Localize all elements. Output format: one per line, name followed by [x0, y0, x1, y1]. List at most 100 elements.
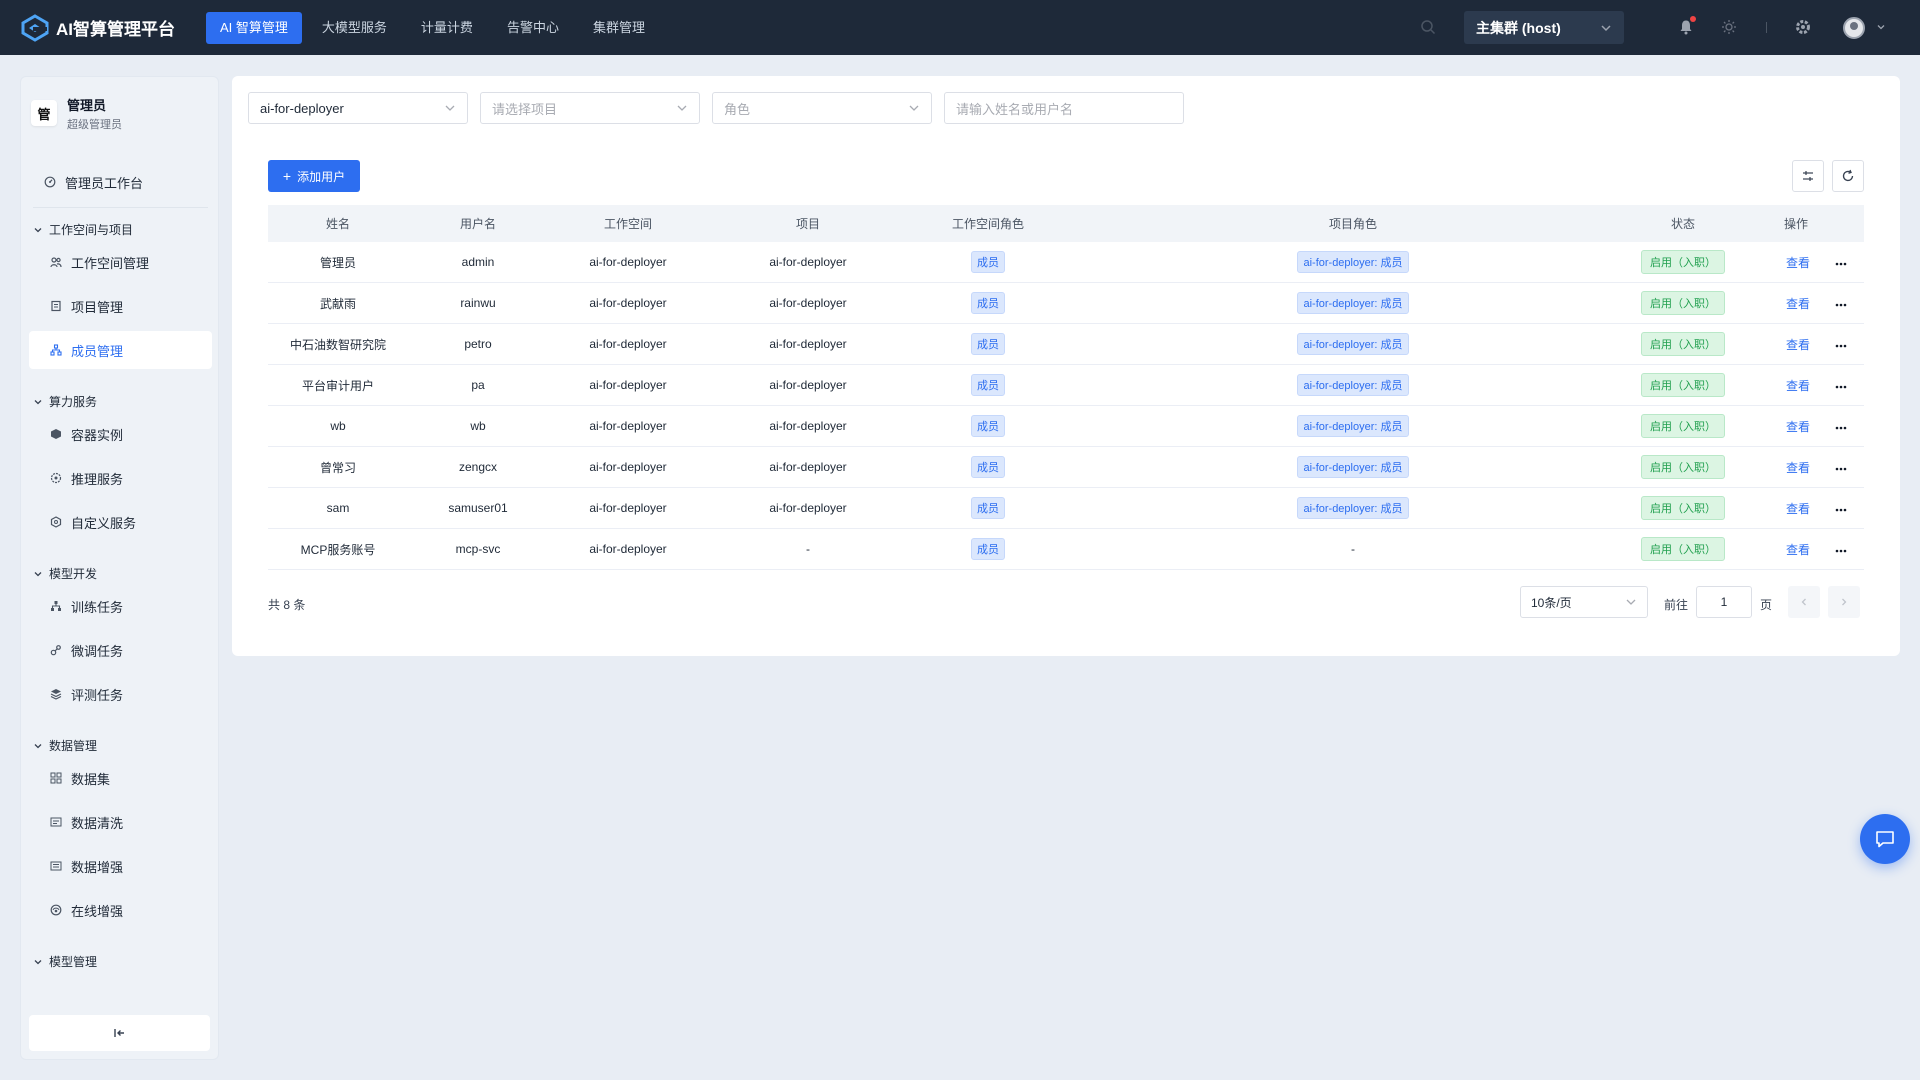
- column-settings-button[interactable]: [1792, 160, 1824, 192]
- bell-icon[interactable]: [1676, 16, 1696, 37]
- sidebar-group[interactable]: 模型开发: [33, 565, 97, 581]
- more-actions-icon[interactable]: [1835, 378, 1847, 392]
- layers-icon: [49, 687, 63, 701]
- sidebar-item[interactable]: 容器实例: [29, 415, 212, 453]
- project-role-tag: ai-for-deployer: 成员: [1297, 374, 1409, 396]
- sidebar-group[interactable]: 数据管理: [33, 737, 97, 753]
- search-icon[interactable]: [1420, 19, 1438, 37]
- cell-status: 启用（入职）: [1638, 414, 1728, 438]
- sidebar-group[interactable]: 算力服务: [33, 393, 97, 409]
- more-actions-icon[interactable]: [1835, 337, 1847, 351]
- more-actions-icon[interactable]: [1835, 419, 1847, 433]
- collapse-sidebar-button[interactable]: [29, 1015, 210, 1051]
- topnav-item[interactable]: 计量计费: [407, 12, 487, 44]
- sidebar-item[interactable]: 自定义服务: [29, 503, 212, 541]
- sidebar-item[interactable]: 微调任务: [29, 631, 212, 669]
- project-select[interactable]: 请选择项目: [480, 92, 700, 124]
- topnav-item[interactable]: AI 智算管理: [206, 11, 302, 44]
- sidebar-item[interactable]: 数据清洗: [29, 803, 212, 841]
- view-link[interactable]: 查看: [1786, 461, 1810, 475]
- add-user-button[interactable]: + 添加用户: [268, 160, 360, 192]
- cluster-select[interactable]: 主集群 (host): [1464, 11, 1624, 44]
- topnav-item[interactable]: 告警中心: [493, 12, 573, 44]
- sidebar-item[interactable]: 成员管理: [29, 331, 212, 369]
- chevron-right-icon: [1842, 598, 1847, 606]
- column-header[interactable]: 姓名: [268, 215, 408, 232]
- page-size-select[interactable]: 10条/页: [1520, 586, 1648, 618]
- cell-username: petro: [464, 337, 492, 351]
- column-header[interactable]: 工作空间: [548, 215, 708, 232]
- next-page-button[interactable]: [1828, 586, 1860, 618]
- cell-action: 查看: [1778, 500, 1818, 517]
- column-header[interactable]: 状态: [1638, 215, 1728, 232]
- chevron-down-icon[interactable]: [1871, 17, 1891, 37]
- sidebar-item[interactable]: 工作空间管理: [29, 243, 212, 281]
- chat-button[interactable]: [1860, 814, 1910, 864]
- view-link[interactable]: 查看: [1786, 297, 1810, 311]
- cell-workspace-role: 成员: [908, 538, 1068, 560]
- page-suffix-label: 页: [1760, 598, 1773, 612]
- table-icon: [49, 859, 63, 873]
- goto-page-input[interactable]: 1: [1696, 586, 1752, 618]
- column-header[interactable]: 项目角色: [1068, 215, 1638, 232]
- topnav-item[interactable]: 大模型服务: [308, 12, 401, 44]
- workspace-role-tag: 成员: [971, 251, 1005, 273]
- gear-icon[interactable]: [1793, 17, 1813, 37]
- view-link[interactable]: 查看: [1786, 543, 1810, 557]
- role-select-placeholder: 角色: [724, 101, 751, 117]
- sidebar-item[interactable]: 训练任务: [29, 587, 212, 625]
- main-panel: ai-for-deployer 请选择项目 角色 请输入姓名或用户名 + 添加用…: [232, 76, 1900, 656]
- status-badge: 启用（入职）: [1641, 496, 1725, 520]
- sidebar-item-label: 数据集: [71, 771, 111, 787]
- view-link[interactable]: 查看: [1786, 338, 1810, 352]
- status-badge: 启用（入职）: [1641, 250, 1725, 274]
- admin-card: 管 管理员 超级管理员: [31, 91, 208, 135]
- sidebar-item[interactable]: 评测任务: [29, 675, 212, 713]
- sidebar-item[interactable]: 项目管理: [29, 287, 212, 325]
- sidebar-item[interactable]: 数据增强: [29, 847, 212, 885]
- cube-icon: [49, 427, 63, 441]
- column-header[interactable]: 项目: [708, 215, 908, 232]
- cell-name: wb: [330, 419, 346, 433]
- status-badge: 启用（入职）: [1641, 537, 1725, 561]
- app-logo[interactable]: AI智算管理平台: [20, 13, 206, 43]
- view-link[interactable]: 查看: [1786, 420, 1810, 434]
- sidebar-group[interactable]: 模型管理: [33, 953, 97, 969]
- search-input[interactable]: 请输入姓名或用户名: [944, 92, 1184, 124]
- search-input-placeholder: 请输入姓名或用户名: [956, 101, 1074, 117]
- view-link[interactable]: 查看: [1786, 256, 1810, 270]
- user-avatar[interactable]: [1843, 17, 1865, 39]
- chevron-down-icon: [33, 396, 43, 406]
- chevron-down-icon: [445, 105, 455, 111]
- more-actions-icon[interactable]: [1835, 501, 1847, 515]
- view-link[interactable]: 查看: [1786, 502, 1810, 516]
- view-link[interactable]: 查看: [1786, 379, 1810, 393]
- column-header[interactable]: 工作空间角色: [908, 215, 1068, 232]
- column-header[interactable]: 用户名: [408, 215, 548, 232]
- sliders-icon: [1803, 171, 1813, 181]
- more-actions-icon[interactable]: [1835, 255, 1847, 269]
- more-actions-icon[interactable]: [1835, 460, 1847, 474]
- prev-page-button[interactable]: [1788, 586, 1820, 618]
- cell-status: 启用（入职）: [1638, 250, 1728, 274]
- app-title: AI智算管理平台: [56, 20, 175, 39]
- cell-action: 查看: [1778, 377, 1818, 394]
- sidebar-group[interactable]: 工作空间与项目: [33, 221, 133, 237]
- sun-icon[interactable]: [1719, 17, 1739, 37]
- topnav-item[interactable]: 集群管理: [579, 12, 659, 44]
- table-icon: [49, 815, 63, 829]
- sidebar-item-workbench[interactable]: 管理员工作台: [29, 163, 212, 201]
- more-actions-icon[interactable]: [1835, 542, 1847, 556]
- column-header[interactable]: 操作: [1728, 215, 1864, 232]
- refresh-button[interactable]: [1832, 160, 1864, 192]
- sidebar-item[interactable]: 数据集: [29, 759, 212, 797]
- cell-status: 启用（入职）: [1638, 373, 1728, 397]
- cell-name: MCP服务账号: [300, 542, 376, 557]
- sidebar-item[interactable]: 推理服务: [29, 459, 212, 497]
- workspace-select[interactable]: ai-for-deployer: [248, 92, 468, 124]
- sidebar-item[interactable]: 在线增强: [29, 891, 212, 929]
- goto-label: 前往: [1664, 598, 1689, 612]
- hierarchy-icon: [49, 599, 63, 613]
- role-select[interactable]: 角色: [712, 92, 932, 124]
- more-actions-icon[interactable]: [1835, 296, 1847, 310]
